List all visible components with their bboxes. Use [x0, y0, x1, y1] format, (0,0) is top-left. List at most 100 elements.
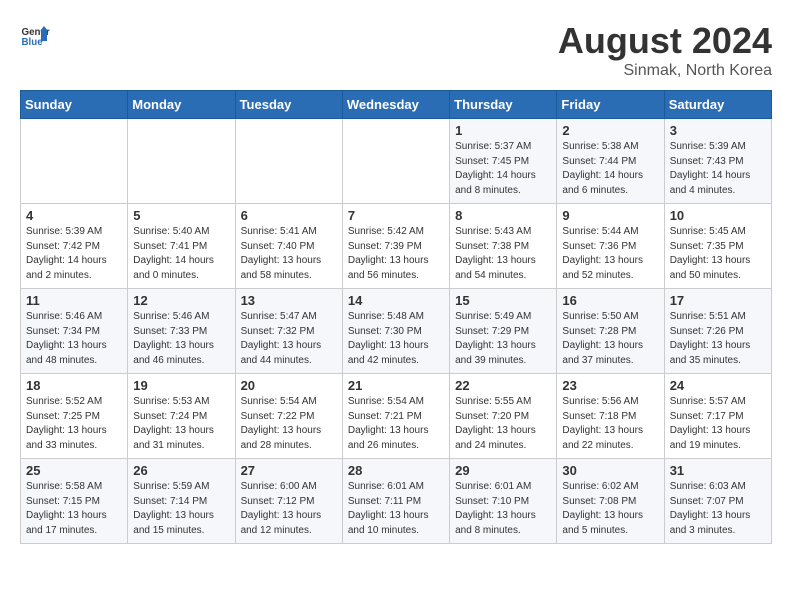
calendar-cell: 25 Sunrise: 5:58 AM Sunset: 7:15 PM Dayli… [21, 459, 128, 544]
day-info: Sunrise: 5:38 AM Sunset: 7:44 PM Dayligh… [562, 140, 658, 198]
day-number: 6 [241, 208, 337, 223]
calendar-cell: 19 Sunrise: 5:53 AM Sunset: 7:24 PM Dayli… [128, 374, 235, 459]
calendar-cell: 3Sunrise: 5:39 AM Sunset: 7:43 PM Daylig… [664, 119, 771, 204]
day-info: Sunrise: 5:54 AM Sunset: 7:21 PM Dayligh… [348, 395, 444, 453]
location-subtitle: Sinmak, North Korea [558, 62, 772, 80]
calendar-cell: 7 Sunrise: 5:42 AM Sunset: 7:39 PM Daylig… [342, 204, 449, 289]
day-number: 9 [562, 208, 658, 223]
day-number: 31 [670, 463, 766, 478]
calendar-cell: 24 Sunrise: 5:57 AM Sunset: 7:17 PM Dayli… [664, 374, 771, 459]
calendar-week-row: 4 Sunrise: 5:39 AM Sunset: 7:42 PM Daylig… [21, 204, 772, 289]
calendar-cell: 27Sunrise: 6:00 AM Sunset: 7:12 PM Dayli… [235, 459, 342, 544]
day-number: 16 [562, 293, 658, 308]
day-number: 20 [241, 378, 337, 393]
day-info: Sunrise: 5:50 AM Sunset: 7:28 PM Dayligh… [562, 310, 658, 368]
page-header: General Blue August 2024 Sinmak, North K… [20, 20, 772, 80]
day-number: 18 [26, 378, 122, 393]
calendar-cell [342, 119, 449, 204]
day-info: Sunrise: 6:00 AM Sunset: 7:12 PM Dayligh… [241, 480, 337, 538]
calendar-cell: 14Sunrise: 5:48 AM Sunset: 7:30 PM Dayli… [342, 289, 449, 374]
calendar-cell: 18 Sunrise: 5:52 AM Sunset: 7:25 PM Dayli… [21, 374, 128, 459]
day-info: Sunrise: 5:41 AM Sunset: 7:40 PM Dayligh… [241, 225, 337, 283]
calendar-cell: 12 Sunrise: 5:46 AM Sunset: 7:33 PM Dayli… [128, 289, 235, 374]
calendar-cell: 8 Sunrise: 5:43 AM Sunset: 7:38 PM Daylig… [450, 204, 557, 289]
svg-text:Blue: Blue [22, 37, 44, 48]
day-number: 4 [26, 208, 122, 223]
day-number: 25 [26, 463, 122, 478]
calendar-cell: 13 Sunrise: 5:47 AM Sunset: 7:32 PM Dayli… [235, 289, 342, 374]
day-number: 5 [133, 208, 229, 223]
calendar-week-row: 1 Sunrise: 5:37 AM Sunset: 7:45 PM Daylig… [21, 119, 772, 204]
day-info: Sunrise: 5:51 AM Sunset: 7:26 PM Dayligh… [670, 310, 766, 368]
day-info: Sunrise: 6:02 AM Sunset: 7:08 PM Dayligh… [562, 480, 658, 538]
weekday-header-wednesday: Wednesday [342, 91, 449, 119]
day-info: Sunrise: 5:39 AM Sunset: 7:43 PM Dayligh… [670, 140, 766, 198]
day-info: Sunrise: 5:59 AM Sunset: 7:14 PM Dayligh… [133, 480, 229, 538]
day-info: Sunrise: 5:39 AM Sunset: 7:42 PM Dayligh… [26, 225, 122, 283]
calendar-cell: 26 Sunrise: 5:59 AM Sunset: 7:14 PM Dayli… [128, 459, 235, 544]
day-info: Sunrise: 5:45 AM Sunset: 7:35 PM Dayligh… [670, 225, 766, 283]
day-info: Sunrise: 5:46 AM Sunset: 7:33 PM Dayligh… [133, 310, 229, 368]
calendar-cell: 2Sunrise: 5:38 AM Sunset: 7:44 PM Daylig… [557, 119, 664, 204]
day-info: Sunrise: 5:53 AM Sunset: 7:24 PM Dayligh… [133, 395, 229, 453]
logo: General Blue [20, 20, 50, 50]
day-info: Sunrise: 5:44 AM Sunset: 7:36 PM Dayligh… [562, 225, 658, 283]
weekday-header-monday: Monday [128, 91, 235, 119]
day-number: 28 [348, 463, 444, 478]
calendar-cell: 30 Sunrise: 6:02 AM Sunset: 7:08 PM Dayli… [557, 459, 664, 544]
day-number: 19 [133, 378, 229, 393]
weekday-header-tuesday: Tuesday [235, 91, 342, 119]
weekday-header-thursday: Thursday [450, 91, 557, 119]
weekday-header-saturday: Saturday [664, 91, 771, 119]
day-number: 12 [133, 293, 229, 308]
weekday-header-friday: Friday [557, 91, 664, 119]
logo-icon: General Blue [20, 20, 50, 50]
calendar-cell [128, 119, 235, 204]
calendar-cell: 29Sunrise: 6:01 AM Sunset: 7:10 PM Dayli… [450, 459, 557, 544]
day-info: Sunrise: 5:56 AM Sunset: 7:18 PM Dayligh… [562, 395, 658, 453]
day-info: Sunrise: 5:57 AM Sunset: 7:17 PM Dayligh… [670, 395, 766, 453]
day-number: 24 [670, 378, 766, 393]
calendar-cell: 11 Sunrise: 5:46 AM Sunset: 7:34 PM Dayli… [21, 289, 128, 374]
calendar-cell: 5Sunrise: 5:40 AM Sunset: 7:41 PM Daylig… [128, 204, 235, 289]
calendar-cell: 23 Sunrise: 5:56 AM Sunset: 7:18 PM Dayli… [557, 374, 664, 459]
day-number: 15 [455, 293, 551, 308]
day-number: 22 [455, 378, 551, 393]
day-number: 23 [562, 378, 658, 393]
day-number: 30 [562, 463, 658, 478]
day-info: Sunrise: 5:49 AM Sunset: 7:29 PM Dayligh… [455, 310, 551, 368]
calendar-cell: 16 Sunrise: 5:50 AM Sunset: 7:28 PM Dayli… [557, 289, 664, 374]
month-year-title: August 2024 [558, 20, 772, 62]
calendar-cell: 9 Sunrise: 5:44 AM Sunset: 7:36 PM Daylig… [557, 204, 664, 289]
calendar-table: SundayMondayTuesdayWednesdayThursdayFrid… [20, 90, 772, 544]
day-number: 13 [241, 293, 337, 308]
day-number: 8 [455, 208, 551, 223]
calendar-week-row: 18 Sunrise: 5:52 AM Sunset: 7:25 PM Dayli… [21, 374, 772, 459]
day-info: Sunrise: 5:46 AM Sunset: 7:34 PM Dayligh… [26, 310, 122, 368]
calendar-body: 1 Sunrise: 5:37 AM Sunset: 7:45 PM Daylig… [21, 119, 772, 544]
day-info: Sunrise: 5:54 AM Sunset: 7:22 PM Dayligh… [241, 395, 337, 453]
day-info: Sunrise: 5:55 AM Sunset: 7:20 PM Dayligh… [455, 395, 551, 453]
day-number: 1 [455, 123, 551, 138]
day-number: 14 [348, 293, 444, 308]
day-info: Sunrise: 5:42 AM Sunset: 7:39 PM Dayligh… [348, 225, 444, 283]
calendar-week-row: 25 Sunrise: 5:58 AM Sunset: 7:15 PM Dayli… [21, 459, 772, 544]
day-number: 11 [26, 293, 122, 308]
day-info: Sunrise: 5:37 AM Sunset: 7:45 PM Dayligh… [455, 140, 551, 198]
calendar-cell [21, 119, 128, 204]
day-info: Sunrise: 5:43 AM Sunset: 7:38 PM Dayligh… [455, 225, 551, 283]
day-info: Sunrise: 5:52 AM Sunset: 7:25 PM Dayligh… [26, 395, 122, 453]
day-number: 26 [133, 463, 229, 478]
day-info: Sunrise: 5:58 AM Sunset: 7:15 PM Dayligh… [26, 480, 122, 538]
calendar-cell: 6 Sunrise: 5:41 AM Sunset: 7:40 PM Daylig… [235, 204, 342, 289]
calendar-week-row: 11 Sunrise: 5:46 AM Sunset: 7:34 PM Dayli… [21, 289, 772, 374]
calendar-cell: 10Sunrise: 5:45 AM Sunset: 7:35 PM Dayli… [664, 204, 771, 289]
calendar-cell: 31 Sunrise: 6:03 AM Sunset: 7:07 PM Dayli… [664, 459, 771, 544]
day-number: 21 [348, 378, 444, 393]
day-number: 7 [348, 208, 444, 223]
day-info: Sunrise: 5:47 AM Sunset: 7:32 PM Dayligh… [241, 310, 337, 368]
day-number: 29 [455, 463, 551, 478]
day-info: Sunrise: 6:03 AM Sunset: 7:07 PM Dayligh… [670, 480, 766, 538]
day-info: Sunrise: 6:01 AM Sunset: 7:11 PM Dayligh… [348, 480, 444, 538]
calendar-cell: 28 Sunrise: 6:01 AM Sunset: 7:11 PM Dayli… [342, 459, 449, 544]
